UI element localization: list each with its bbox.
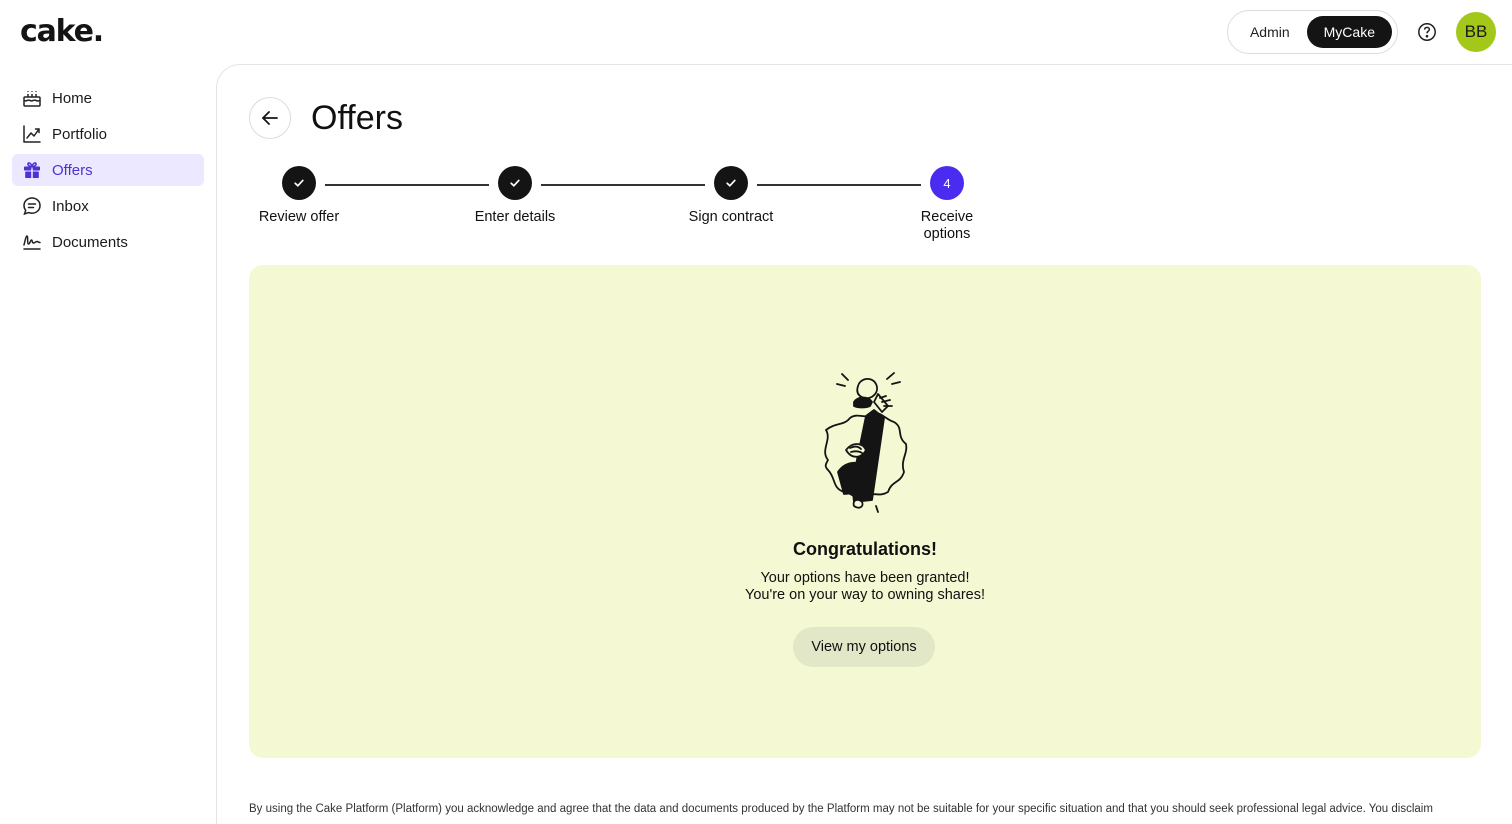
topbar-actions: Admin MyCake BB [1226,10,1496,54]
back-button[interactable] [249,97,291,139]
sidebar-item-offers[interactable]: Offers [12,154,204,186]
avatar[interactable]: BB [1456,12,1496,52]
step-enter-details: Enter details [450,166,580,226]
page-title: Offers [311,99,403,137]
view-my-options-button[interactable]: View my options [793,627,935,667]
congrats-line-1: Your options have been granted! [760,570,970,586]
step-complete-indicator [498,166,532,200]
check-icon [294,179,304,187]
cake-icon [22,88,42,108]
check-icon [510,179,520,187]
congrats-line-2: You're on your way to owning shares! [744,587,985,603]
success-card: Congratulations! Your options have been … [249,265,1481,758]
congrats-message: Your options have been granted! You're o… [249,570,1481,604]
step-label: Enter details [474,209,556,225]
legal-disclaimer: By using the Cake Platform (Platform) yo… [249,803,1433,815]
step-number-indicator: 4 [930,166,964,200]
sidebar-item-documents[interactable]: Documents [12,226,204,258]
step-label: Sign contract [688,209,774,225]
step-sign-contract: Sign contract [666,166,796,226]
question-circle-icon[interactable] [1416,21,1438,43]
sidebar-item-home[interactable]: Home [12,82,204,114]
admin-mode-button[interactable]: Admin [1233,16,1307,48]
step-review-offer: Review offer [234,166,364,226]
step-complete-indicator [714,166,748,200]
mode-toggle: Admin MyCake [1226,10,1398,54]
sidebar: Home Portfolio Offers Inbox Documents [12,82,204,262]
mycake-mode-button[interactable]: MyCake [1306,16,1392,48]
step-complete-indicator [282,166,316,200]
sidebar-item-label: Documents [52,233,128,251]
cake-logo[interactable]: cake. [20,14,104,49]
main-content: Offers Review offer Enter details Sign c… [216,64,1512,824]
sidebar-item-portfolio[interactable]: Portfolio [12,118,204,150]
chart-line-icon [22,124,42,144]
chat-bubble-icon [22,196,42,216]
arrow-left-icon [262,111,278,125]
person-raising-cup-illustration [824,372,908,513]
congrats-title: Congratulations! [793,539,937,559]
sidebar-item-label: Inbox [52,197,89,215]
step-label: Receive options [920,209,974,242]
sidebar-item-label: Offers [52,161,93,179]
offer-stepper: Review offer Enter details Sign contract… [249,166,1029,246]
signature-icon [22,232,42,252]
check-icon [726,179,736,187]
sidebar-item-label: Portfolio [52,125,108,143]
sidebar-item-label: Home [52,89,93,107]
step-label: Review offer [258,209,340,225]
gift-icon [22,160,42,180]
step-receive-options: 4 Receive options [882,166,1012,243]
sidebar-item-inbox[interactable]: Inbox [12,190,204,222]
